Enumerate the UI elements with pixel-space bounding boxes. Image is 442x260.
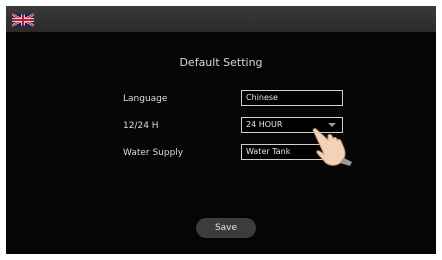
- page-title: Default Setting: [179, 56, 263, 69]
- time-format-value: 24 HOUR: [246, 120, 283, 129]
- pointing-hand-icon: [312, 128, 352, 166]
- screen: Default Setting Language Chinese 12/24 H…: [6, 6, 436, 254]
- water-supply-label: Water Supply: [123, 148, 184, 158]
- time-format-label: 12/24 H: [123, 121, 159, 131]
- water-supply-value: Water Tank: [246, 147, 291, 156]
- save-button[interactable]: Save: [196, 218, 256, 238]
- language-label: Language: [123, 94, 168, 104]
- uk-flag-icon[interactable]: [11, 12, 35, 27]
- top-bar: [6, 6, 436, 32]
- language-field[interactable]: Chinese: [241, 90, 343, 106]
- language-value: Chinese: [246, 93, 278, 102]
